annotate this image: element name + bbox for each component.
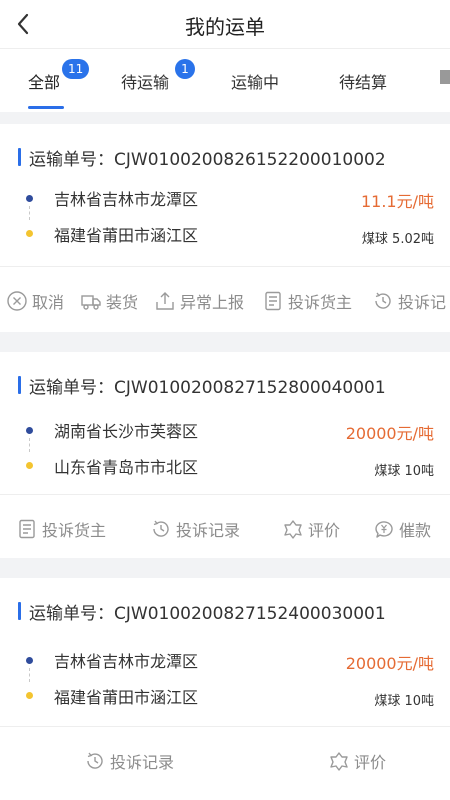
waybill-number: 运输单号：CJW0100200827152800040001	[18, 374, 386, 398]
cancel-icon	[7, 291, 27, 311]
complain-shipper-button[interactable]: 投诉货主	[16, 517, 106, 541]
rate-button[interactable]: 评价	[328, 749, 386, 773]
rate-button[interactable]: 评价	[282, 517, 340, 541]
history-clock-icon	[153, 520, 169, 537]
tab-pending-transport-badge: 1	[175, 59, 195, 79]
waybill-accent-bar	[18, 376, 21, 394]
card-divider	[0, 266, 450, 267]
route-line	[29, 438, 30, 452]
tab-cutoff-fragment	[440, 70, 450, 84]
urge-payment-label: 催款	[399, 521, 432, 540]
route-line	[29, 668, 30, 682]
complaint-record-button[interactable]: 投诉记录	[150, 517, 240, 541]
tab-pending-settlement[interactable]: 待结算	[339, 69, 387, 93]
tab-pending-transport-label: 待运输	[121, 73, 170, 92]
document-icon	[265, 291, 281, 311]
tab-cutoff[interactable]	[440, 69, 450, 88]
complain-shipper-label: 投诉货主	[288, 293, 353, 312]
complaint-record-button[interactable]: 投诉记录	[84, 749, 174, 773]
load-button[interactable]: 装货	[80, 289, 138, 313]
complain-shipper-button[interactable]: 投诉货主	[262, 289, 352, 313]
tab-pending-settlement-label: 待结算	[339, 73, 388, 92]
truck-icon	[81, 295, 101, 310]
waybill-accent-bar	[18, 148, 21, 166]
chat-yen-icon	[375, 521, 393, 538]
waybill-number-text: 运输单号：CJW0100200826152200010002	[29, 149, 386, 170]
tab-in-transit-label: 运输中	[231, 73, 280, 92]
route-line	[29, 206, 30, 220]
destination-address: 福建省莆田市涵江区	[54, 226, 199, 245]
goods-info: 煤球 10吨	[374, 694, 434, 709]
tab-all-label: 全部	[28, 73, 61, 92]
price: 20000元/吨	[345, 654, 434, 673]
waybill-number-text: 运输单号：CJW0100200827152800040001	[29, 377, 386, 398]
card-divider	[0, 494, 450, 495]
card-actions: 取消 装货 异常上报 投诉货主 投诉记	[0, 268, 450, 332]
active-tab-indicator	[28, 106, 64, 109]
rate-label: 评价	[308, 521, 341, 540]
goods-info: 煤球 5.02吨	[361, 232, 434, 247]
cancel-label: 取消	[32, 293, 65, 312]
waybill-number: 运输单号：CJW0100200827152400030001	[18, 600, 386, 624]
waybill-accent-bar	[18, 602, 21, 620]
status-tabs: 全部 11 待运输 1 运输中 待结算	[0, 48, 450, 112]
complain-shipper-label: 投诉货主	[42, 521, 107, 540]
origin-dot-icon	[26, 427, 33, 434]
goods-info: 煤球 10吨	[374, 464, 434, 479]
tab-all-badge: 11	[62, 59, 90, 79]
cancel-button[interactable]: 取消	[6, 289, 64, 313]
upload-icon	[156, 292, 174, 310]
history-clock-icon	[375, 292, 391, 309]
report-exception-button[interactable]: 异常上报	[154, 289, 244, 313]
card-divider	[0, 726, 450, 727]
page-title: 我的运单	[185, 15, 265, 39]
destination-address: 福建省莆田市涵江区	[54, 688, 199, 707]
waybill-number: 运输单号：CJW0100200826152200010002	[18, 146, 386, 170]
rate-label: 评价	[354, 753, 387, 772]
destination-dot-icon	[26, 230, 33, 237]
complaint-record-label: 投诉记录	[110, 753, 175, 772]
waybill-card[interactable]: 运输单号：CJW0100200827152800040001 湖南省长沙市芙蓉区…	[0, 352, 450, 558]
origin-address: 吉林省吉林市龙潭区	[54, 652, 199, 671]
waybill-card[interactable]: 运输单号：CJW0100200826152200010002 吉林省吉林市龙潭区…	[0, 124, 450, 332]
document-icon	[19, 519, 35, 539]
history-clock-icon	[87, 752, 103, 769]
waybill-number-text: 运输单号：CJW0100200827152400030001	[29, 603, 386, 624]
tab-all[interactable]: 全部 11	[28, 59, 90, 93]
origin-dot-icon	[26, 195, 33, 202]
tab-pending-transport[interactable]: 待运输 1	[121, 59, 195, 93]
destination-dot-icon	[26, 462, 33, 469]
rating-flower-icon	[284, 520, 302, 539]
waybill-card[interactable]: 运输单号：CJW0100200827152400030001 吉林省吉林市龙潭区…	[0, 578, 450, 800]
card-actions: 投诉货主 投诉记录 评价 催款	[0, 496, 450, 560]
load-label: 装货	[106, 293, 139, 312]
price: 11.1元/吨	[360, 192, 434, 211]
origin-dot-icon	[26, 657, 33, 664]
card-actions: 投诉记录 评价	[0, 728, 450, 792]
report-exception-label: 异常上报	[180, 293, 245, 312]
complaint-record-label: 投诉记录	[176, 521, 241, 540]
tab-in-transit[interactable]: 运输中	[231, 69, 279, 93]
complaint-record-label: 投诉记	[398, 293, 447, 312]
origin-address: 吉林省吉林市龙潭区	[54, 190, 199, 209]
destination-dot-icon	[26, 692, 33, 699]
price: 20000元/吨	[345, 424, 434, 443]
rating-flower-icon	[330, 752, 348, 771]
complaint-record-button[interactable]: 投诉记	[372, 289, 446, 313]
destination-address: 山东省青岛市市北区	[54, 458, 199, 477]
origin-address: 湖南省长沙市芙蓉区	[54, 422, 199, 441]
app-header: 我的运单	[0, 0, 450, 48]
urge-payment-button[interactable]: 催款	[373, 517, 431, 541]
